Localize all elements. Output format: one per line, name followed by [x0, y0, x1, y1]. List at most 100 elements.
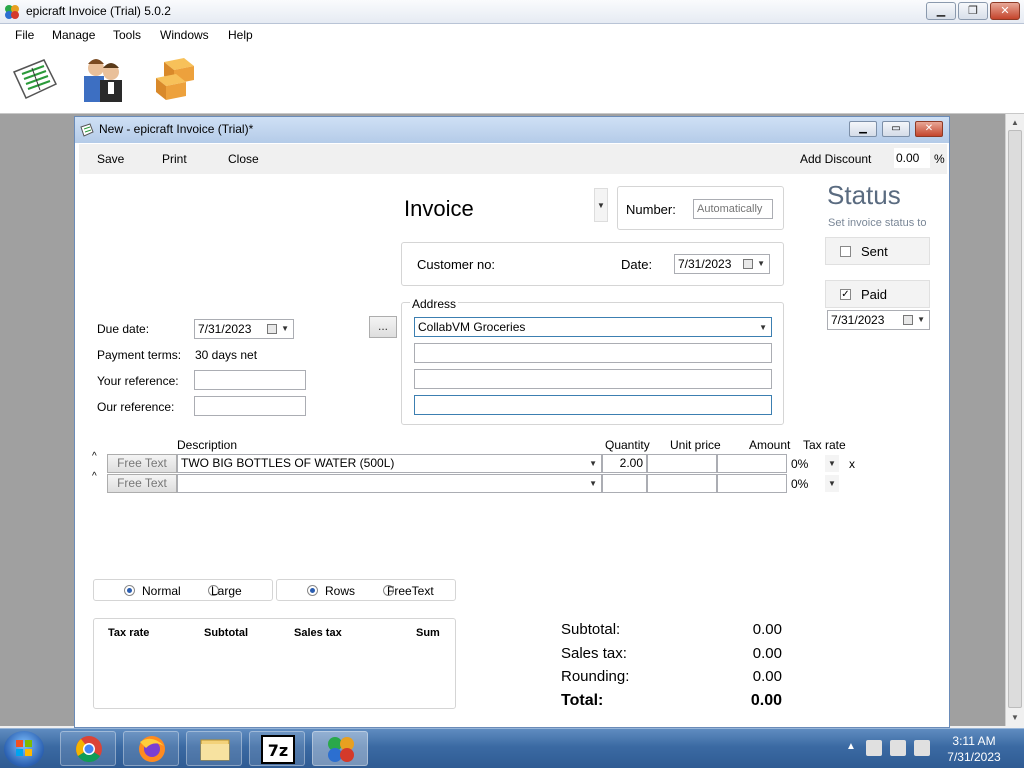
sent-checkbox[interactable] [840, 246, 851, 257]
address-line-2[interactable] [414, 343, 772, 363]
scroll-thumb[interactable] [1008, 130, 1022, 708]
start-button[interactable] [4, 731, 44, 767]
menu-manage[interactable]: Manage [52, 28, 95, 42]
invoice-type-dropdown-icon[interactable]: ▼ [594, 188, 608, 222]
row-move-up-icon[interactable]: ^ [92, 451, 97, 462]
date-picker[interactable]: 7/31/2023 ▼ [674, 254, 770, 274]
action-center-icon[interactable] [866, 740, 882, 756]
line-unit-price-input[interactable] [647, 454, 717, 473]
scroll-up-icon[interactable]: ▲ [1006, 114, 1024, 131]
taskbar-7zip[interactable]: 7z [249, 731, 305, 766]
command-bar: Save Print Close Add Discount 0.00 % [79, 144, 947, 174]
paid-toggle[interactable]: ✓ Paid [825, 280, 930, 308]
save-button[interactable]: Save [97, 152, 124, 166]
7zip-icon: 7z [261, 735, 295, 764]
line-amount-input[interactable] [717, 474, 787, 493]
clock-time[interactable]: 3:11 AM [944, 734, 1004, 748]
due-date-picker[interactable]: 7/31/2023 ▼ [194, 319, 294, 339]
our-reference-input[interactable] [194, 396, 306, 416]
close-invoice-button[interactable]: Close [228, 152, 259, 166]
line-tax-value: 0% [791, 477, 809, 491]
volume-icon[interactable] [914, 740, 930, 756]
minimize-button[interactable]: ▁ [926, 2, 956, 20]
tax-dropdown-icon[interactable]: ▼ [825, 475, 839, 492]
tray-expand-icon[interactable]: ▲ [846, 741, 856, 752]
discount-unit: % [934, 152, 945, 166]
our-reference-label: Our reference: [97, 400, 175, 414]
col-amount: Amount [749, 438, 791, 452]
child-restore-button[interactable]: ▭ [882, 121, 910, 137]
paid-calendar-icon[interactable] [903, 315, 913, 325]
customers-icon[interactable] [80, 54, 130, 104]
payment-terms-value[interactable]: 30 days net [195, 348, 257, 362]
calendar-icon[interactable] [743, 259, 753, 269]
your-reference-input[interactable] [194, 370, 306, 390]
rounding-value: 0.00 [752, 668, 782, 685]
your-reference-label: Your reference: [97, 374, 179, 388]
paid-checkbox[interactable]: ✓ [840, 289, 851, 300]
close-button[interactable]: ✕ [990, 2, 1020, 20]
print-button[interactable]: Print [162, 152, 187, 166]
products-icon[interactable] [150, 54, 200, 104]
description-dropdown-icon[interactable]: ▼ [589, 459, 597, 468]
invoice-form: Invoice ▼ Number: Customer no: Date: 7/3… [79, 174, 947, 727]
normal-label: Normal [142, 584, 181, 598]
taskbar-firefox[interactable] [123, 731, 179, 766]
address-dropdown-icon[interactable]: ▼ [759, 323, 767, 332]
line-description-input[interactable]: TWO BIG BOTTLES OF WATER (500L) ▼ [177, 454, 602, 473]
restore-button[interactable]: ❐ [958, 2, 988, 20]
taskbar-epicraft[interactable] [312, 731, 368, 766]
customer-date-group: Customer no: Date: 7/31/2023 ▼ [401, 242, 784, 286]
taskbar-chrome[interactable] [60, 731, 116, 766]
scroll-down-icon[interactable]: ▼ [1006, 709, 1024, 726]
menu-file[interactable]: File [15, 28, 34, 42]
menu-help[interactable]: Help [228, 28, 253, 42]
due-date-value: 7/31/2023 [198, 322, 252, 336]
col-unit-price: Unit price [670, 438, 721, 452]
tax-dropdown-icon[interactable]: ▼ [825, 455, 839, 472]
paid-date-picker[interactable]: 7/31/2023 ▼ [827, 310, 930, 330]
menu-tools[interactable]: Tools [113, 28, 141, 42]
tax-col-sales-tax: Sales tax [294, 627, 342, 639]
taskbar-explorer[interactable] [186, 731, 242, 766]
tax-col-sum: Sum [416, 627, 440, 639]
chrome-icon [76, 736, 102, 763]
invoice-list-icon[interactable] [10, 54, 60, 104]
firefox-icon [139, 736, 165, 762]
normal-radio[interactable] [124, 585, 135, 596]
address-lookup-button[interactable]: ... [369, 316, 397, 338]
remove-line-icon[interactable]: x [849, 457, 855, 471]
clock-date[interactable]: 7/31/2023 [944, 750, 1004, 764]
invoice-number-input[interactable] [693, 199, 773, 219]
line-quantity-input[interactable] [602, 474, 647, 493]
sent-toggle[interactable]: Sent [825, 237, 930, 265]
child-minimize-button[interactable]: ▁ [849, 121, 877, 137]
line-quantity-input[interactable]: 2.00 [602, 454, 647, 473]
menu-windows[interactable]: Windows [160, 28, 209, 42]
date-dropdown-icon[interactable]: ▼ [757, 259, 765, 268]
app-title: epicraft Invoice (Trial) 5.0.2 [26, 4, 171, 18]
line-amount-input[interactable] [717, 454, 787, 473]
date-value: 7/31/2023 [678, 257, 732, 271]
due-calendar-icon[interactable] [267, 324, 277, 334]
line-tax-value: 0% [791, 457, 809, 471]
child-close-button[interactable]: ✕ [915, 121, 943, 137]
description-dropdown-icon[interactable]: ▼ [589, 479, 597, 488]
due-date-dropdown-icon[interactable]: ▼ [281, 324, 289, 333]
line-unit-price-input[interactable] [647, 474, 717, 493]
address-line-3[interactable] [414, 369, 772, 389]
menubar: File Manage Tools Windows Help [0, 24, 1024, 46]
paid-date-value: 7/31/2023 [831, 313, 885, 327]
network-icon[interactable] [890, 740, 906, 756]
address-line-1[interactable]: CollabVM Groceries ▼ [414, 317, 772, 337]
row-move-up-icon[interactable]: ^ [92, 471, 97, 482]
address-line-4[interactable] [414, 395, 772, 415]
mdi-scrollbar[interactable]: ▲ ▼ [1005, 114, 1024, 726]
line-description-input[interactable]: ▼ [177, 474, 602, 493]
discount-input[interactable]: 0.00 [894, 148, 930, 168]
sales-tax-value: 0.00 [752, 645, 782, 662]
rows-radio[interactable] [307, 585, 318, 596]
line-type-button[interactable]: Free Text [107, 454, 177, 473]
line-type-button[interactable]: Free Text [107, 474, 177, 493]
paid-date-dropdown-icon[interactable]: ▼ [917, 315, 925, 324]
